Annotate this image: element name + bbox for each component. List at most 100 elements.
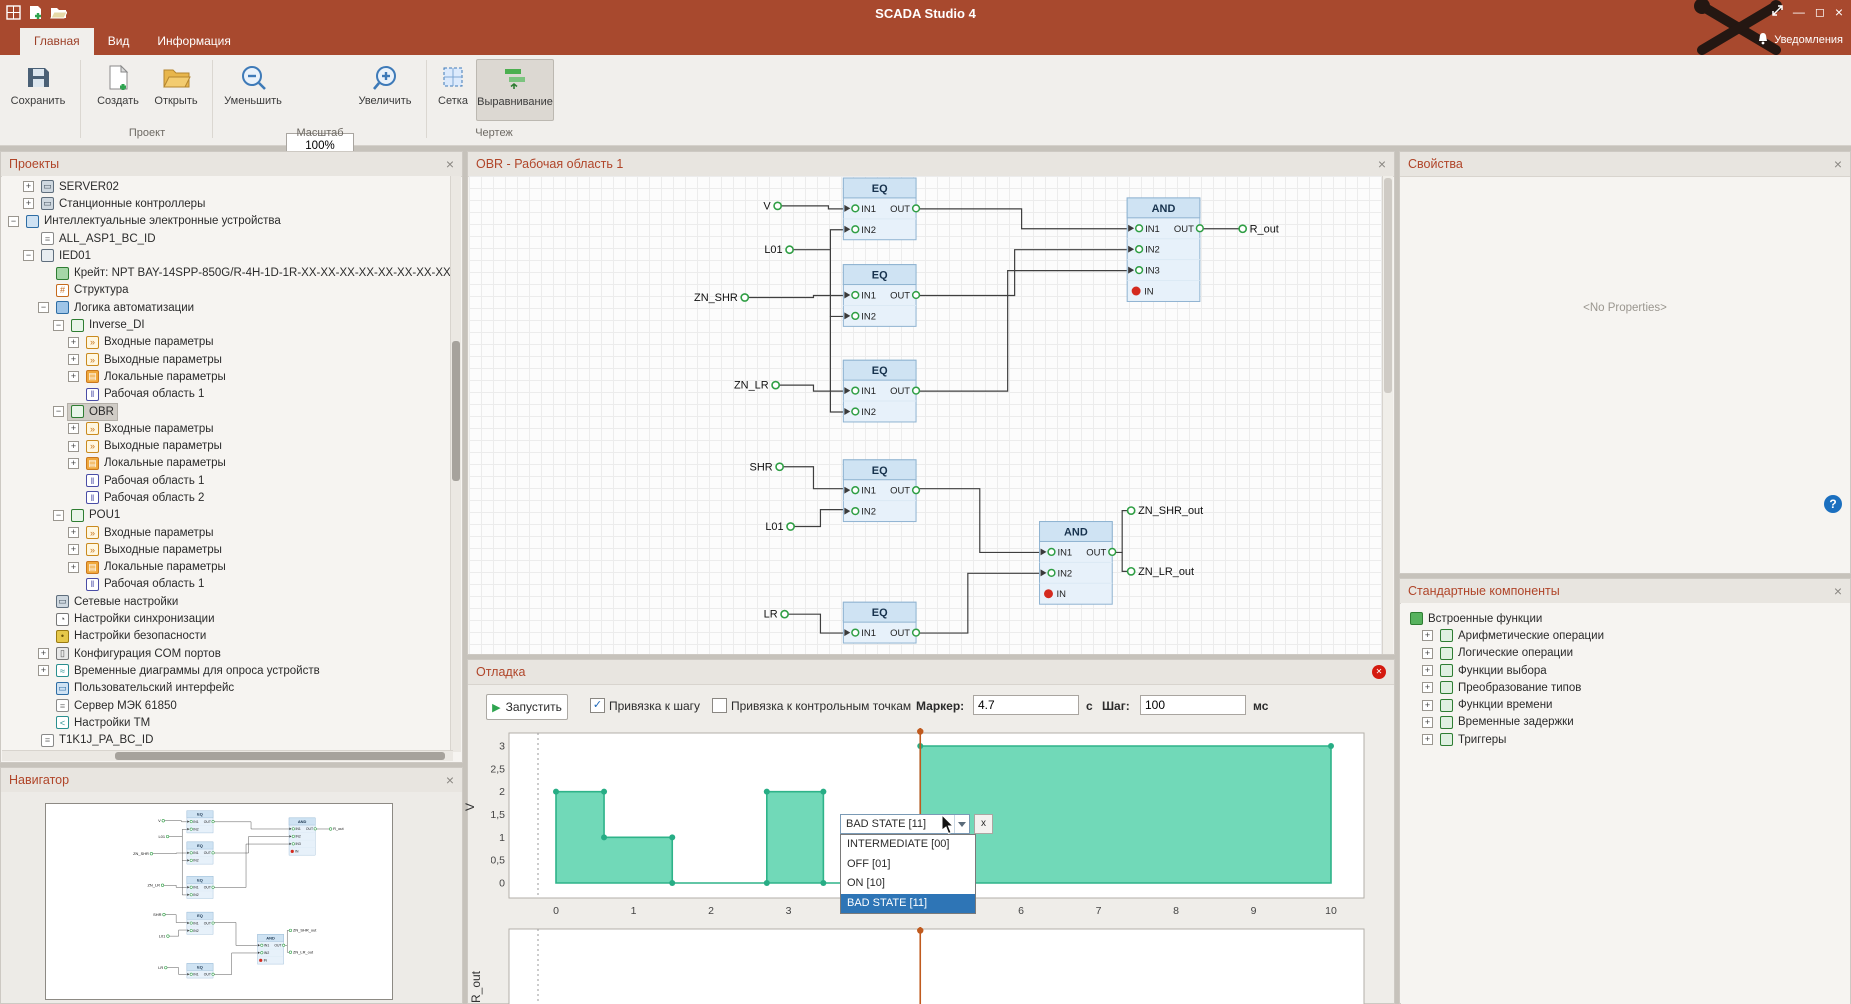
tree-item[interactable]: +»Входные параметры — [2, 420, 452, 437]
tree-item[interactable]: −Inverse_DI — [2, 316, 452, 333]
collapse-icon[interactable]: − — [53, 510, 64, 521]
tree-item[interactable]: ◔Настройки синхронизации — [2, 610, 452, 627]
run-button[interactable]: ▶ Запустить — [486, 694, 568, 720]
tree-item[interactable]: +▯Конфигурация COM портов — [2, 645, 452, 662]
resize-icon[interactable] — [1772, 5, 1783, 19]
grid-toggle-button[interactable]: Сетка — [434, 59, 472, 107]
expand-icon[interactable]: + — [68, 371, 79, 382]
collapse-icon[interactable]: − — [53, 320, 64, 331]
collapse-icon[interactable]: − — [23, 250, 34, 261]
diagram-block[interactable]: EQIN1OUTIN2 — [187, 842, 214, 864]
diagram-block[interactable]: EQIN1OUTIN2 — [187, 876, 214, 898]
tree-item[interactable]: ≡Сервер МЭК 61850 — [2, 697, 452, 714]
navigator-minimap[interactable]: EQIN1OUTIN2 EQIN1OUTIN2 EQIN1OUTIN2 ANDIN1O… — [45, 803, 393, 1000]
tree-item[interactable]: −Интеллектуальные электронные устройства — [2, 213, 452, 230]
tree-item[interactable]: +Арифметические операции — [1401, 627, 1850, 644]
close-icon[interactable]: × — [446, 157, 454, 171]
collapse-icon[interactable]: − — [8, 216, 19, 227]
tree-item[interactable]: #Структура — [2, 282, 452, 299]
tree-item[interactable]: +▤Локальные параметры — [2, 455, 452, 472]
tree-item[interactable]: ‖Рабочая область 1 — [2, 386, 452, 403]
diagram-block[interactable]: EQIN1OUTIN2 — [187, 811, 214, 833]
tree-item[interactable]: +▤Локальные параметры — [2, 368, 452, 385]
projects-horizontal-scrollbar[interactable] — [2, 750, 453, 761]
expand-icon[interactable]: + — [1422, 700, 1433, 711]
diagram-block[interactable]: EQIN1OUTIN2 — [843, 460, 919, 522]
diagram-block[interactable]: EQIN1OUT — [843, 602, 919, 643]
expand-icon[interactable]: + — [68, 337, 79, 348]
align-toggle-button[interactable]: Выравнивание — [476, 59, 554, 121]
tree-item[interactable]: Крейт: NPT BAY-14SPP-850G/R-4H-1D-1R-XX-… — [2, 264, 452, 281]
tree-item[interactable]: ≡T1K1J_PA_BC_ID — [2, 732, 452, 749]
expand-icon[interactable]: + — [68, 544, 79, 555]
minimize-button[interactable]: — — [1793, 5, 1805, 19]
tree-item[interactable]: +»Входные параметры — [2, 524, 452, 541]
tree-item[interactable]: ‖Рабочая область 1 — [2, 576, 452, 593]
collapse-icon[interactable]: − — [38, 302, 49, 313]
maximize-button[interactable]: ◻ — [1815, 5, 1825, 19]
tab-glavnaya[interactable]: Главная — [20, 28, 94, 55]
expand-icon[interactable]: + — [68, 527, 79, 538]
snap-points-checkbox[interactable] — [712, 698, 727, 713]
tree-item[interactable]: ▭Пользовательский интерфейс — [2, 680, 452, 697]
dropdown-option[interactable]: ON [10] — [841, 874, 975, 894]
tree-item[interactable]: +Логические операции — [1401, 645, 1850, 662]
diagram-block[interactable]: ANDIN1OUTIN2IN3IN — [289, 818, 316, 855]
close-icon[interactable]: × — [1834, 157, 1842, 171]
tree-item[interactable]: −IED01 — [2, 247, 452, 264]
close-icon[interactable]: × — [446, 773, 454, 787]
expand-icon[interactable]: + — [1422, 630, 1433, 641]
zoom-in-button[interactable]: Увеличить — [354, 59, 416, 107]
close-icon[interactable]: × — [1834, 584, 1842, 598]
projects-vertical-scrollbar[interactable] — [450, 176, 461, 752]
diagram-block[interactable]: EQIN1OUTIN2 — [843, 360, 919, 422]
tab-informaciya[interactable]: Информация — [143, 28, 244, 55]
expand-icon[interactable]: + — [1422, 648, 1433, 659]
chevron-down-icon[interactable] — [954, 815, 969, 833]
diagram-block[interactable]: EQIN1OUTIN2 — [843, 178, 919, 240]
step-input[interactable] — [1140, 695, 1246, 715]
expand-icon[interactable]: + — [68, 423, 79, 434]
stop-icon[interactable]: ✕ — [1372, 665, 1386, 679]
dropdown-option[interactable]: OFF [01] — [841, 855, 975, 875]
tree-item[interactable]: −POU1 — [2, 507, 452, 524]
tree-item[interactable]: −OBR — [2, 403, 452, 420]
diagram-block[interactable]: EQIN1OUT — [187, 963, 214, 978]
expand-icon[interactable]: + — [1422, 717, 1433, 728]
expand-icon[interactable]: + — [38, 648, 49, 659]
tree-item[interactable]: +Преобразование типов — [1401, 679, 1850, 696]
tree-item[interactable]: ▭Сетевые настройки — [2, 593, 452, 610]
expand-icon[interactable]: + — [1422, 665, 1433, 676]
expand-icon[interactable]: + — [68, 441, 79, 452]
expand-icon[interactable]: + — [68, 354, 79, 365]
tree-item[interactable]: ≡ALL_ASP1_BC_ID — [2, 230, 452, 247]
notifications-button[interactable]: Уведомления — [1757, 32, 1843, 48]
open-project-icon[interactable] — [50, 5, 67, 25]
close-icon[interactable]: × — [1378, 157, 1386, 171]
expand-icon[interactable]: + — [23, 181, 34, 192]
tree-item[interactable]: +▤Локальные параметры — [2, 559, 452, 576]
debug-chart-2[interactable] — [491, 927, 1371, 1004]
expand-icon[interactable]: + — [23, 198, 34, 209]
tab-vid[interactable]: Вид — [94, 28, 144, 55]
zoom-out-button[interactable]: Уменьшить — [222, 59, 284, 107]
canvas-vertical-scrollbar[interactable] — [1382, 176, 1393, 654]
tree-item[interactable]: •Настройки безопасности — [2, 628, 452, 645]
collapse-icon[interactable]: − — [53, 406, 64, 417]
tree-item[interactable]: +Функции выбора — [1401, 662, 1850, 679]
create-button[interactable]: Создать — [90, 59, 146, 107]
tree-item[interactable]: +»Входные параметры — [2, 334, 452, 351]
expand-icon[interactable]: + — [38, 665, 49, 676]
tree-item[interactable]: Встроенные функции — [1401, 610, 1850, 627]
tree-item[interactable]: ‖Рабочая область 1 — [2, 472, 452, 489]
tree-item[interactable]: +Триггеры — [1401, 731, 1850, 748]
save-button[interactable]: Сохранить — [6, 59, 70, 107]
open-button[interactable]: Открыть — [148, 59, 204, 107]
tree-item[interactable]: <Настройки ТМ — [2, 714, 452, 731]
diagram-block[interactable]: ANDIN1OUTIN2IN — [257, 934, 284, 964]
tree-item[interactable]: +≈Временные диаграммы для опроса устройс… — [2, 662, 452, 679]
expand-icon[interactable]: + — [1422, 682, 1433, 693]
tree-item[interactable]: +▭Станционные контроллеры — [2, 195, 452, 212]
marker-input[interactable] — [973, 695, 1079, 715]
expand-icon[interactable]: + — [68, 458, 79, 469]
